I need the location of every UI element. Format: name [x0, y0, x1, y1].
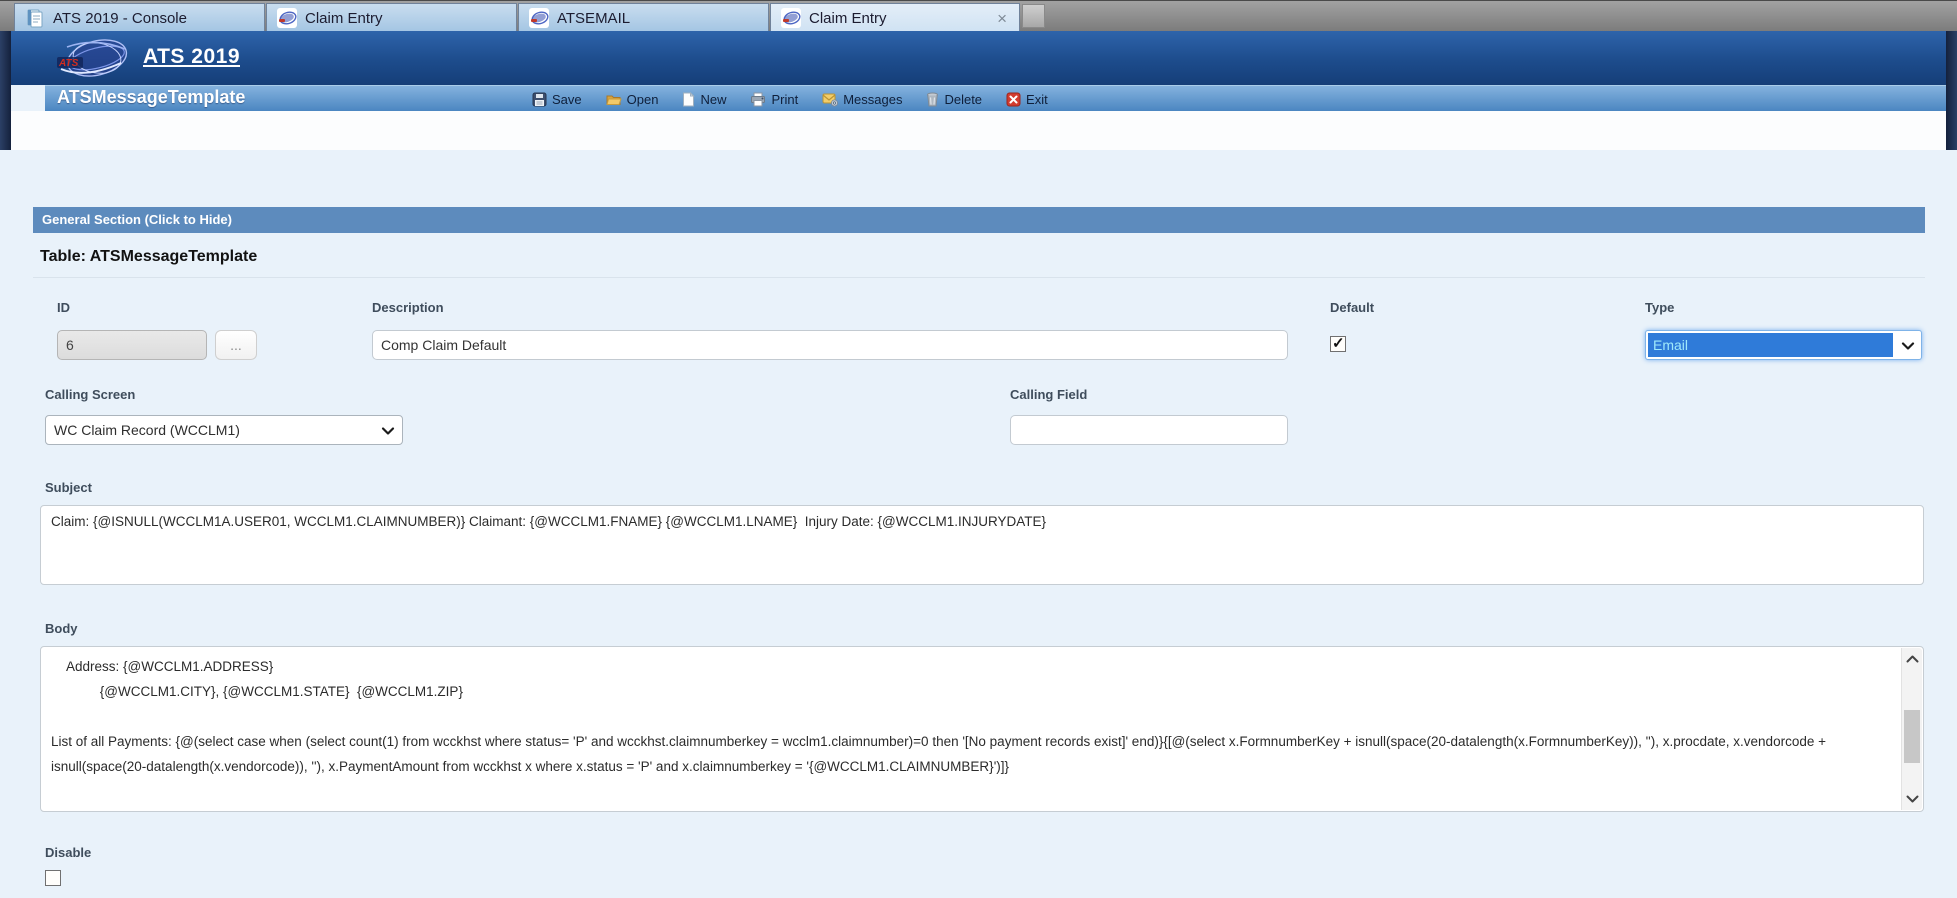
toolbar-buttons: Save Open New — [532, 86, 1048, 112]
default-label: Default — [1330, 300, 1374, 315]
form-content: General Section (Click to Hide) Table: A… — [0, 150, 1957, 898]
scroll-down-icon[interactable] — [1902, 788, 1923, 810]
screen-toolbar: ATSMessageTemplate Save Open — [45, 85, 1946, 111]
save-button[interactable]: Save — [532, 92, 582, 107]
type-label: Type — [1645, 300, 1674, 315]
table-name-label: Table: ATSMessageTemplate — [40, 248, 257, 266]
browser-tab-strip: ATS 2019 - Console Claim Entry ATSEMAIL — [0, 0, 1957, 31]
scroll-up-icon[interactable] — [1902, 648, 1923, 670]
tab-claim-entry-active[interactable]: Claim Entry × — [770, 3, 1020, 32]
new-tab-button[interactable] — [1022, 4, 1045, 28]
calling-field-label: Calling Field — [1010, 387, 1087, 402]
tab-claim-entry-1[interactable]: Claim Entry — [266, 3, 517, 32]
id-input[interactable] — [57, 330, 207, 360]
header-content-gap — [11, 111, 1946, 150]
description-label: Description — [372, 300, 444, 315]
print-label: Print — [771, 92, 798, 107]
print-icon — [750, 92, 766, 107]
save-icon — [532, 92, 547, 107]
subject-textarea[interactable]: Claim: {@ISNULL(WCCLM1A.USER01, WCCLM1.C… — [40, 505, 1924, 585]
svg-text:ATS: ATS — [58, 58, 79, 69]
id-label: ID — [57, 300, 70, 315]
chevron-down-icon — [1901, 339, 1915, 353]
messages-label: Messages — [843, 92, 902, 107]
divider — [33, 277, 1925, 278]
ats-home-link[interactable]: ATS 2019 — [143, 45, 240, 69]
ats-logo: ATS — [55, 35, 131, 82]
tab-label: Claim Entry — [305, 10, 383, 27]
messages-button[interactable]: Messages — [822, 92, 902, 107]
body-textarea[interactable]: Address: {@WCCLM1.ADDRESS} {@WCCLM1.CITY… — [40, 646, 1924, 812]
scrollbar-thumb[interactable] — [1904, 710, 1920, 763]
calling-screen-label: Calling Screen — [45, 387, 135, 402]
open-folder-icon — [606, 92, 622, 107]
disable-checkbox[interactable] — [45, 870, 61, 886]
body-text[interactable]: Address: {@WCCLM1.ADDRESS} {@WCCLM1.CITY… — [41, 647, 1899, 811]
exit-button[interactable]: Exit — [1006, 92, 1048, 107]
tab-ats-console[interactable]: ATS 2019 - Console — [14, 3, 265, 32]
ats-logo-icon — [781, 8, 801, 28]
default-checkbox[interactable] — [1330, 336, 1346, 352]
save-label: Save — [552, 92, 582, 107]
delete-trash-icon — [926, 92, 939, 107]
delete-button[interactable]: Delete — [926, 92, 982, 107]
screen-title: ATSMessageTemplate — [57, 87, 245, 108]
print-button[interactable]: Print — [750, 92, 798, 107]
type-select[interactable]: Email — [1645, 330, 1922, 360]
ats-logo-icon — [529, 8, 549, 28]
tab-label: ATS 2019 - Console — [53, 10, 187, 27]
tab-label: ATSEMAIL — [557, 10, 630, 27]
description-input[interactable] — [372, 330, 1288, 360]
new-page-icon — [682, 92, 695, 107]
tab-close-icon[interactable]: × — [995, 10, 1009, 27]
new-button[interactable]: New — [682, 92, 726, 107]
disable-label: Disable — [45, 845, 91, 860]
chevron-down-icon — [381, 424, 395, 438]
exit-icon — [1006, 92, 1021, 107]
body-label: Body — [45, 621, 78, 636]
open-button[interactable]: Open — [606, 92, 659, 107]
tab-atsemail[interactable]: ATSEMAIL — [518, 3, 769, 32]
new-label: New — [700, 92, 726, 107]
calling-screen-selected-value: WC Claim Record (WCCLM1) — [54, 422, 240, 438]
calling-screen-select[interactable]: WC Claim Record (WCCLM1) — [45, 415, 403, 445]
calling-field-input[interactable] — [1010, 415, 1288, 445]
console-document-icon — [25, 8, 45, 28]
delete-label: Delete — [944, 92, 982, 107]
application-window: ATS 2019 - Console Claim Entry ATSEMAIL — [0, 0, 1957, 898]
exit-label: Exit — [1026, 92, 1048, 107]
tab-label: Claim Entry — [809, 10, 887, 27]
body-scrollbar[interactable] — [1901, 648, 1922, 810]
subject-label: Subject — [45, 480, 92, 495]
messages-icon — [822, 92, 838, 107]
window-frame-left — [0, 31, 11, 163]
window-frame-right — [1946, 31, 1957, 163]
open-label: Open — [627, 92, 659, 107]
app-header: ATS ATS 2019 — [11, 31, 1946, 85]
id-lookup-button[interactable]: ... — [215, 330, 257, 360]
type-selected-value: Email — [1648, 333, 1893, 357]
general-section-header[interactable]: General Section (Click to Hide) — [33, 207, 1925, 233]
ats-logo-icon — [277, 8, 297, 28]
